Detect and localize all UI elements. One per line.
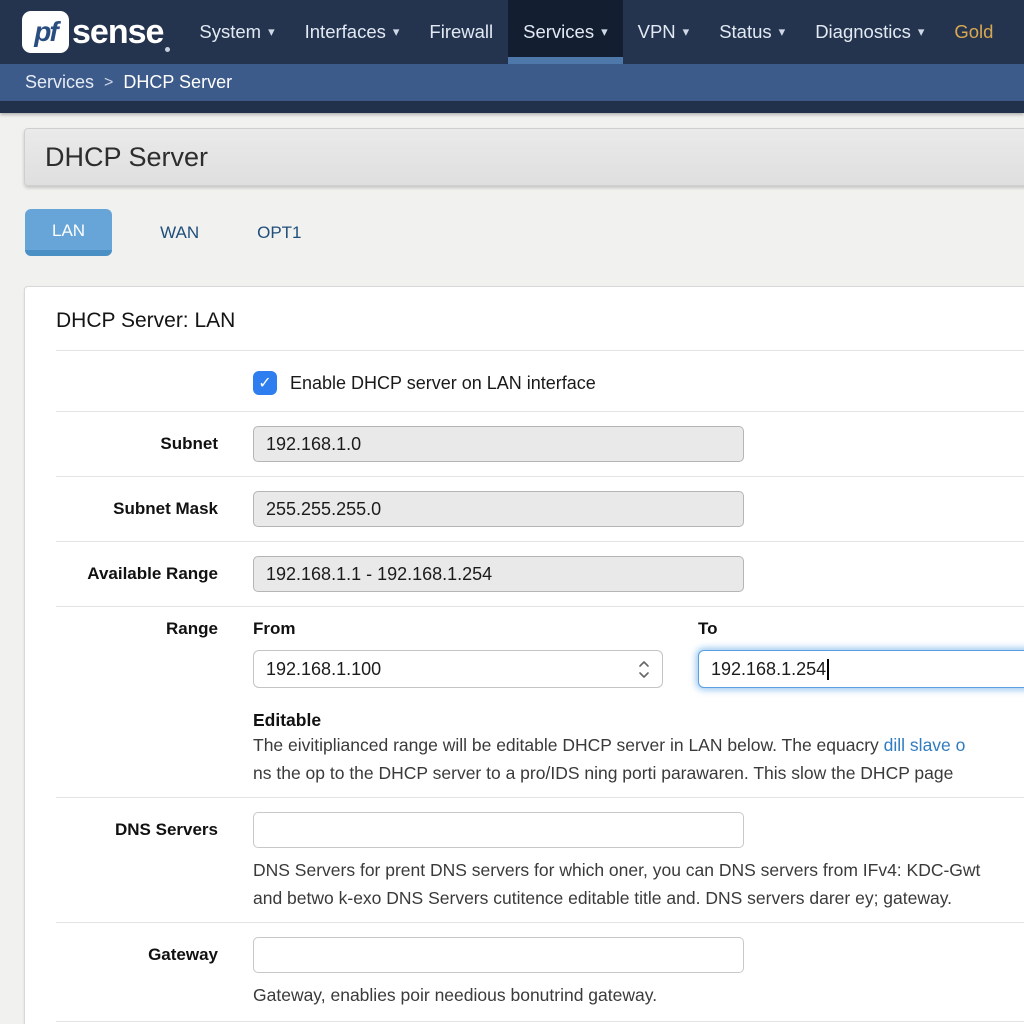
logo-sense-text: sense: [72, 13, 163, 52]
subnet-row: Subnet: [25, 412, 1024, 476]
nav-item-label: Diagnostics: [815, 21, 911, 43]
empty-label-cell: [25, 371, 218, 395]
section-title: DHCP Server: LAN: [56, 309, 1024, 333]
gateway-row: Gateway Gateway, enablies poir needious …: [25, 923, 1024, 1021]
editable-help-block: Editable The eivitiplianced range will b…: [253, 710, 1024, 787]
header-divider-strip: [0, 101, 1024, 113]
range-row: Range From 192.168.1.100 To: [25, 607, 1024, 797]
breadcrumb-page: DHCP Server: [123, 72, 232, 93]
nav-item-services[interactable]: Services ▾: [508, 0, 622, 64]
subnet-input: [253, 426, 744, 462]
nav-item-gold[interactable]: Gold: [939, 0, 1008, 64]
nav-item-status[interactable]: Status ▾: [704, 0, 800, 64]
caret-down-icon: ▾: [601, 24, 608, 40]
pfsense-logo[interactable]: pf sense: [0, 0, 184, 64]
enable-dhcp-checkbox[interactable]: ✓: [253, 371, 277, 395]
breadcrumb-section[interactable]: Services: [25, 72, 94, 93]
available-range-label: Available Range: [25, 556, 218, 592]
caret-down-icon: ▾: [918, 24, 925, 40]
gateway-input[interactable]: [253, 937, 744, 973]
text-cursor: [827, 659, 829, 680]
breadcrumb: Services > DHCP Server: [0, 64, 1024, 101]
dns-help-line2: and betwo k-exo DNS Servers cutitence ed…: [253, 884, 1024, 912]
nav-item-interfaces[interactable]: Interfaces ▾: [290, 0, 415, 64]
nav-item-label: Status: [719, 21, 771, 43]
range-from-label: From: [253, 619, 663, 639]
nav-item-system[interactable]: System ▾: [184, 0, 289, 64]
nav-item-firewall[interactable]: Firewall: [414, 0, 508, 64]
page-title: DHCP Server: [45, 142, 208, 173]
nav-item-label: Gold: [954, 21, 993, 43]
nav-item-diagnostics[interactable]: Diagnostics ▾: [800, 0, 939, 64]
gateway-label: Gateway: [25, 937, 218, 1009]
range-from-value: 192.168.1.100: [266, 659, 381, 680]
subnet-label: Subnet: [25, 426, 218, 462]
caret-down-icon: ▾: [683, 24, 690, 40]
editable-heading: Editable: [253, 710, 1024, 731]
subnet-mask-label: Subnet Mask: [25, 491, 218, 527]
tab-wan[interactable]: WAN: [160, 209, 199, 257]
stepper-icon[interactable]: [638, 660, 650, 679]
logo-pf-text: pf: [34, 16, 56, 48]
range-to-label: To: [698, 619, 1024, 639]
available-range-input: [253, 556, 744, 592]
dns-servers-row: DNS Servers DNS Servers for prent DNS se…: [25, 798, 1024, 922]
nav-item-vpn[interactable]: VPN ▾: [623, 0, 705, 64]
editable-help-line2: ns the op to the DHCP server to a pro/ID…: [253, 759, 1024, 787]
page-title-banner: DHCP Server: [24, 128, 1024, 186]
available-range-row: Available Range: [25, 542, 1024, 606]
caret-down-icon: ▾: [268, 24, 275, 40]
editable-help-link[interactable]: dill slave o: [884, 735, 966, 755]
tab-lan[interactable]: LAN: [25, 209, 112, 256]
nav-item-label: Firewall: [429, 21, 493, 43]
subnet-mask-row: Subnet Mask: [25, 477, 1024, 541]
dhcp-server-form-card: DHCP Server: LAN ✓ Enable DHCP server on…: [24, 286, 1024, 1024]
editable-help-line1: The eivitiplianced range will be editabl…: [253, 731, 1024, 759]
nav-item-label: Interfaces: [305, 21, 386, 43]
tab-opt1[interactable]: OPT1: [257, 209, 301, 257]
enable-dhcp-row: ✓ Enable DHCP server on LAN interface: [25, 351, 1024, 411]
dns-servers-label: DNS Servers: [25, 812, 218, 912]
registered-mark-icon: [165, 47, 170, 52]
nav-item-label: Services: [523, 21, 594, 43]
nav-item-label: System: [199, 21, 261, 43]
interface-tabs: LAN WAN OPT1: [25, 209, 1024, 262]
caret-down-icon: ▾: [779, 24, 786, 40]
top-navigation-bar: pf sense System ▾ Interfaces ▾ Firewall …: [0, 0, 1024, 64]
enable-dhcp-label: Enable DHCP server on LAN interface: [290, 373, 596, 394]
range-to-input[interactable]: 192.168.1.254: [698, 650, 1024, 688]
subnet-mask-input: [253, 491, 744, 527]
gateway-help: Gateway, enablies poir needious bonutrin…: [253, 981, 1024, 1009]
range-label: Range: [25, 607, 218, 797]
caret-down-icon: ▾: [393, 24, 400, 40]
dns-help-line1: DNS Servers for prent DNS servers for wh…: [253, 856, 1024, 884]
editable-help-text: The eivitiplianced range will be editabl…: [253, 735, 884, 755]
pfsense-logo-box-icon: pf: [22, 11, 69, 53]
range-from-input[interactable]: 192.168.1.100: [253, 650, 663, 688]
chevron-right-icon: >: [104, 74, 113, 92]
nav-item-label: VPN: [638, 21, 676, 43]
range-to-value: 192.168.1.254: [711, 659, 826, 680]
dns-servers-input[interactable]: [253, 812, 744, 848]
